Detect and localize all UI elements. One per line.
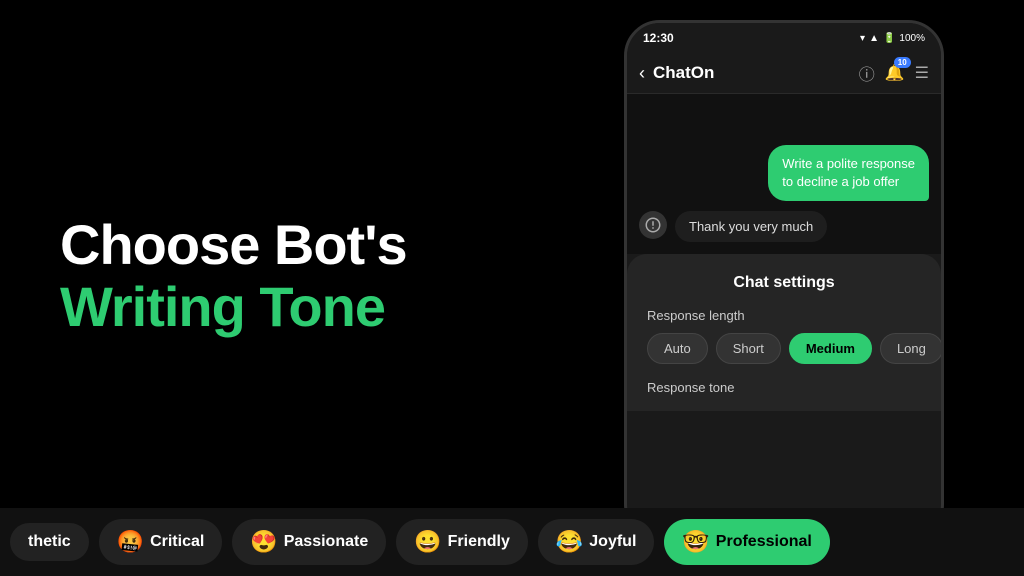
tone-item-joyful[interactable]: 😂 Joyful <box>538 519 655 565</box>
professional-label: Professional <box>716 533 812 551</box>
chat-settings-panel: Chat settings Response length Auto Short… <box>627 254 941 411</box>
battery-pct: 100% <box>899 33 925 44</box>
phone-container: 12:30 ▾ ▲ 🔋 100% ‹ ChatOn ⓘ 🔔 10 ☰ <box>624 20 964 550</box>
chat-header: ‹ ChatOn ⓘ 🔔 10 ☰ <box>627 53 941 94</box>
headline-line2: Writing Tone <box>60 276 407 338</box>
status-time: 12:30 <box>643 31 674 45</box>
length-long-button[interactable]: Long <box>880 333 943 364</box>
critical-label: Critical <box>150 533 204 551</box>
tone-item-friendly[interactable]: 😀 Friendly <box>396 519 528 565</box>
back-button[interactable]: ‹ <box>639 63 645 84</box>
response-tone-label: Response tone <box>647 380 921 395</box>
tone-item-passionate[interactable]: 😍 Passionate <box>232 519 386 565</box>
joyful-label: Joyful <box>589 533 636 551</box>
bot-message: Thank you very much <box>675 211 827 242</box>
tone-item-critical[interactable]: 🤬 Critical <box>99 519 223 565</box>
settings-title: Chat settings <box>647 274 921 292</box>
joyful-emoji: 😂 <box>556 529 583 555</box>
signal-icon: ▾ <box>860 33 865 44</box>
tone-item-professional[interactable]: 🤓 Professional <box>664 519 829 565</box>
length-short-button[interactable]: Short <box>716 333 781 364</box>
bot-avatar <box>639 211 667 239</box>
tone-label-partial: thetic <box>28 533 71 551</box>
menu-icon[interactable]: ☰ <box>915 63 929 83</box>
chat-title: ChatOn <box>653 63 851 83</box>
tone-bar: thetic 🤬 Critical 😍 Passionate 😀 Friendl… <box>0 508 1024 576</box>
info-icon[interactable]: ⓘ <box>859 61 875 85</box>
friendly-label: Friendly <box>448 533 510 551</box>
professional-emoji: 🤓 <box>682 529 709 555</box>
response-length-buttons: Auto Short Medium Long <box>647 333 921 364</box>
length-auto-button[interactable]: Auto <box>647 333 708 364</box>
phone-body: 12:30 ▾ ▲ 🔋 100% ‹ ChatOn ⓘ 🔔 10 ☰ <box>624 20 944 540</box>
critical-emoji: 🤬 <box>117 529 144 555</box>
user-message: Write a polite responseto decline a job … <box>768 145 929 201</box>
passionate-label: Passionate <box>284 533 368 551</box>
notification-icon[interactable]: 🔔 10 <box>885 63 905 83</box>
headline-line1: Choose Bot's <box>60 214 407 276</box>
chat-area: Write a polite responseto decline a job … <box>627 94 941 254</box>
response-length-label: Response length <box>647 308 921 323</box>
status-icons: ▾ ▲ 🔋 100% <box>860 33 925 44</box>
length-medium-button[interactable]: Medium <box>789 333 872 364</box>
left-content: Choose Bot's Writing Tone <box>60 214 407 337</box>
notification-badge: 10 <box>894 57 911 68</box>
wifi-icon: ▲ <box>869 33 879 44</box>
status-bar: 12:30 ▾ ▲ 🔋 100% <box>627 23 941 53</box>
header-icons: ⓘ 🔔 10 ☰ <box>859 61 929 85</box>
passionate-emoji: 😍 <box>250 529 277 555</box>
tone-item-empathetic-partial[interactable]: thetic <box>10 523 89 561</box>
battery-icon: 🔋 <box>883 33 895 44</box>
friendly-emoji: 😀 <box>414 529 441 555</box>
bot-message-row: Thank you very much <box>639 211 929 242</box>
